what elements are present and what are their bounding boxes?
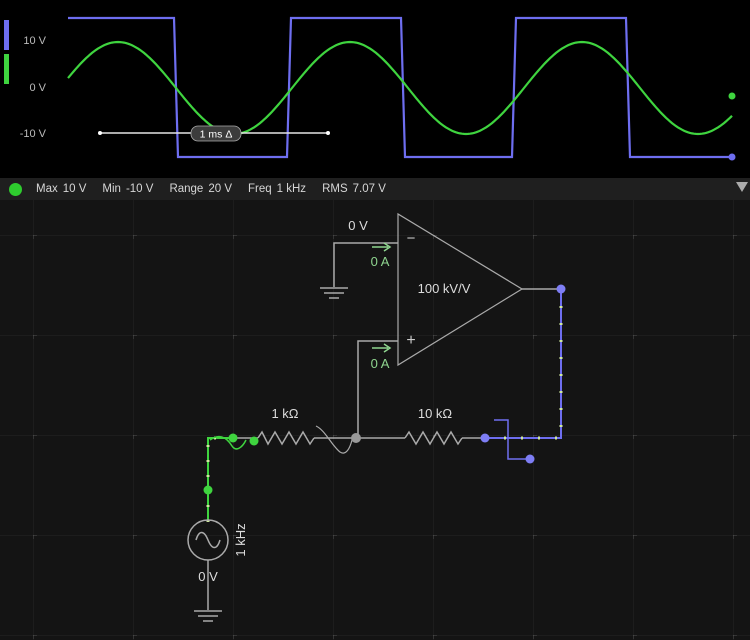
sine-wave-endpoint[interactable] bbox=[728, 92, 736, 100]
noninverting-current-label: 0 A bbox=[371, 356, 390, 371]
sine-wave-channel-chip[interactable] bbox=[4, 54, 9, 84]
freq-value: 1 kHz bbox=[276, 183, 307, 195]
time-cursor-label: 1 ms Δ bbox=[200, 129, 233, 141]
input-resistor-label: 1 kΩ bbox=[271, 406, 298, 421]
source-top-node[interactable] bbox=[203, 485, 213, 495]
feedback-resistor-label: 10 kΩ bbox=[418, 406, 453, 421]
range-label: Range bbox=[169, 183, 204, 195]
square-wave-endpoint[interactable] bbox=[728, 153, 736, 161]
input-node[interactable] bbox=[228, 433, 238, 443]
input-resistor-node[interactable] bbox=[249, 436, 259, 446]
circuit-canvas[interactable]: 100 kV/V − + 0 V 0 A 0 A 10 kΩ 1 kΩ 1 kH… bbox=[0, 200, 750, 640]
inverting-current-label: 0 A bbox=[371, 254, 390, 269]
inverting-voltage-label: 0 V bbox=[348, 218, 368, 233]
scope-probe-tip[interactable] bbox=[525, 454, 535, 464]
output-node[interactable] bbox=[556, 284, 566, 294]
square-wave-trace bbox=[68, 16, 732, 159]
source-ground-voltage-label: 0 V bbox=[198, 569, 218, 584]
feedback-resistor-node[interactable] bbox=[480, 433, 490, 443]
min-label: Min bbox=[102, 183, 121, 195]
range-value: 20 V bbox=[208, 183, 232, 195]
source-frequency-label: 1 kHz bbox=[233, 523, 248, 556]
virtual-ground-node[interactable] bbox=[351, 433, 361, 443]
y-tick-label-0v: 0 V bbox=[29, 82, 46, 94]
time-cursor-right-handle[interactable] bbox=[326, 131, 330, 135]
op-amp-gain-label: 100 kV/V bbox=[418, 281, 471, 296]
y-tick-label-neg10v: -10 V bbox=[20, 128, 47, 140]
rms-value: 7.07 V bbox=[352, 183, 386, 195]
inverting-input-symbol: − bbox=[407, 230, 416, 247]
rms-label: RMS bbox=[322, 183, 348, 195]
max-label: Max bbox=[36, 183, 58, 195]
square-wave-channel-chip[interactable] bbox=[4, 20, 9, 50]
noninverting-input-symbol: + bbox=[406, 332, 415, 349]
freq-label: Freq bbox=[248, 183, 272, 195]
collapse-scope-icon[interactable] bbox=[736, 182, 748, 192]
y-tick-label-10v: 10 V bbox=[23, 35, 46, 47]
sine-wave-trace bbox=[67, 40, 733, 136]
oscilloscope-panel[interactable]: 10 V 0 V -10 V 1 ms Δ bbox=[0, 0, 750, 178]
min-value: -10 V bbox=[125, 183, 154, 195]
channel-indicator[interactable] bbox=[9, 182, 22, 196]
time-cursor-left-handle[interactable] bbox=[98, 131, 102, 135]
measurement-bar: Max 10 V Min -10 V Range 20 V Freq 1 kHz… bbox=[0, 178, 750, 200]
max-value: 10 V bbox=[62, 183, 87, 195]
